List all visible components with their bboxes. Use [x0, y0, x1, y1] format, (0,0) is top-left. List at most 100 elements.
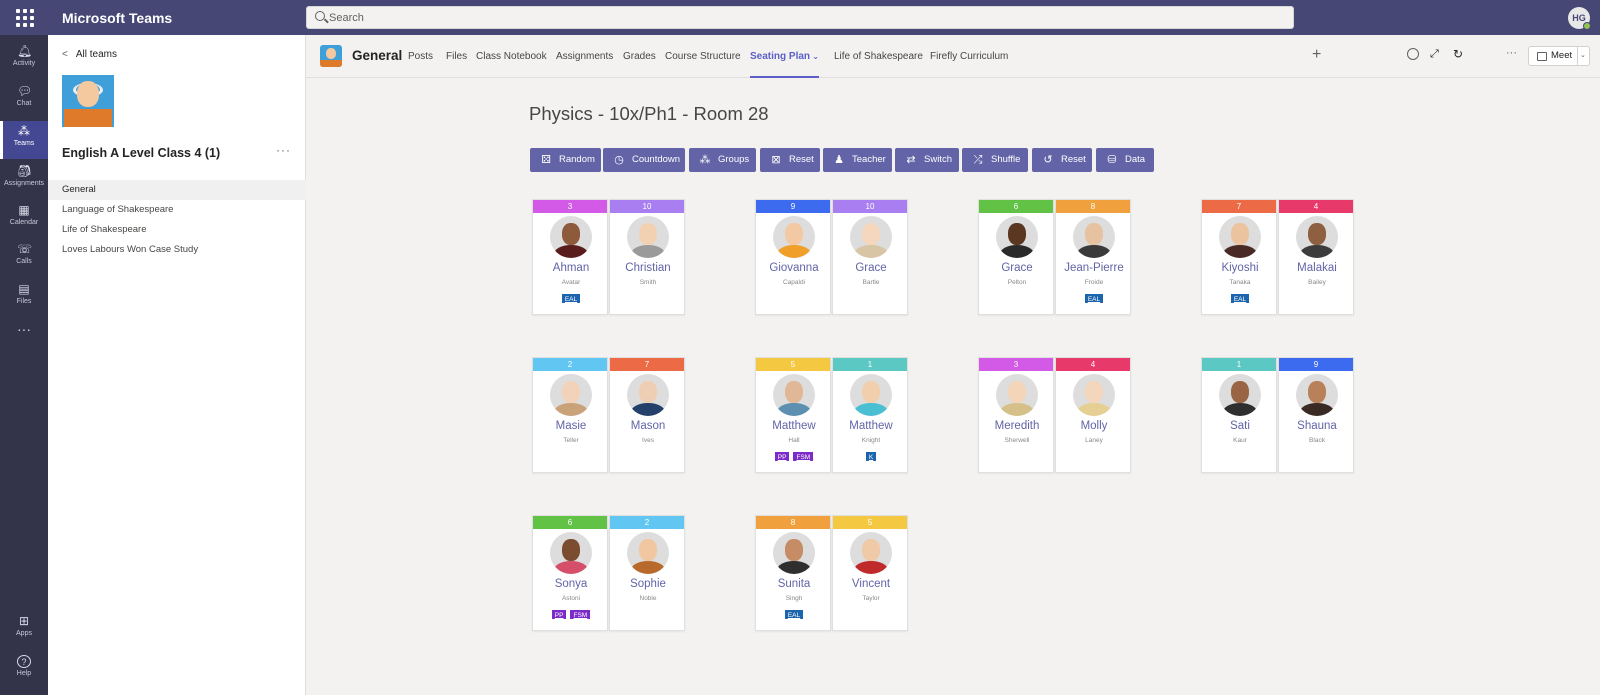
tab-label: Files [446, 51, 468, 62]
rail-item-label: Teams [13, 140, 35, 147]
tab-files[interactable]: Files [446, 51, 467, 62]
assignments-icon: 🎒︎ [17, 164, 33, 178]
all-teams-link[interactable]: < All teams [62, 49, 117, 60]
rail-item-teams[interactable]: ⁂ Teams [0, 121, 48, 159]
student-card[interactable]: 6 Grace Pelton [978, 199, 1054, 315]
student-card[interactable]: 10 Christian Smith [609, 199, 685, 315]
student-card[interactable]: 6 Sonya Astoni PP FSM [532, 515, 608, 631]
shuffle-button[interactable]: ⤮ Shuffle [962, 148, 1028, 172]
tag-eal[interactable]: EAL [560, 293, 582, 304]
student-card[interactable]: 7 Mason Ives [609, 357, 685, 473]
rail-item-calls[interactable]: ☏ Calls [0, 239, 48, 277]
user-avatar[interactable]: HG [1568, 7, 1591, 30]
expand-icon[interactable]: ⤢ [1430, 48, 1442, 60]
data-button[interactable]: ⛁ Data [1096, 148, 1154, 172]
rail-item-apps[interactable]: ⊞ Apps [0, 611, 48, 649]
add-tab-icon[interactable]: + [1312, 46, 1321, 64]
channel-item[interactable]: Life of Shakespeare [48, 220, 306, 240]
shoulders-shape [1077, 403, 1111, 416]
student-card[interactable]: 4 Molly Laney [1055, 357, 1131, 473]
chevron-down-icon[interactable]: ⌄ [810, 52, 819, 61]
rail-item-calendar[interactable]: ▦ Calendar [0, 200, 48, 238]
group-number-badge: 1 [1202, 358, 1276, 371]
student-last-name: Hall [788, 437, 800, 444]
groups-button[interactable]: ⁂ Groups [689, 148, 756, 172]
meet-button[interactable]: Meet ⌄ [1528, 46, 1590, 66]
file-icon: ▤ [18, 282, 30, 296]
rail-item-chat[interactable]: 💬︎ Chat [0, 81, 48, 119]
refresh-icon[interactable]: ↻ [1453, 48, 1465, 60]
tag-pp[interactable]: PP [550, 609, 568, 620]
dice-icon: ⚄ [541, 154, 551, 166]
tag-eal[interactable]: EAL [1229, 293, 1251, 304]
conversation-icon[interactable] [1407, 48, 1419, 60]
rail-item-files[interactable]: ▤ Files [0, 279, 48, 317]
chevron-down-icon[interactable]: ⌄ [1580, 47, 1586, 65]
rail-item-assignments[interactable]: 🎒︎ Assignments [0, 161, 48, 199]
shoulders-shape [854, 403, 888, 416]
student-card[interactable]: 7 Kiyoshi Tanaka EAL [1201, 199, 1277, 315]
tab-life-of-shakespeare[interactable]: Life of Shakespeare [834, 51, 923, 62]
tab-assignments[interactable]: Assignments [556, 51, 613, 62]
tag-fsm[interactable]: FSM [569, 609, 592, 620]
channel-item[interactable]: Language of Shakespeare [48, 200, 306, 220]
group-number-badge: 4 [1056, 358, 1130, 371]
student-last-name: Sherwell [1004, 437, 1030, 444]
student-card[interactable]: 8 Sunita Singh EAL [755, 515, 831, 631]
rail-item-label: Calendar [9, 219, 39, 226]
rail-item-activity[interactable]: 🔔︎ Activity [0, 41, 48, 79]
student-first-name: Grace [1001, 262, 1033, 274]
tag-eal[interactable]: EAL [1083, 293, 1105, 304]
face-shape [562, 539, 580, 561]
student-last-name: Kaur [1233, 437, 1247, 444]
tab-course-structure[interactable]: Course Structure [665, 51, 741, 62]
rail-item-help[interactable]: ? Help [0, 651, 48, 689]
random-button[interactable]: ⚄ Random [530, 148, 601, 172]
channel-item[interactable]: General [48, 180, 306, 200]
bell-icon: 🔔︎ [17, 44, 33, 58]
student-card[interactable]: 2 Masie Teller [532, 357, 608, 473]
teacher-button[interactable]: ♟ Teacher [823, 148, 892, 172]
student-photo [627, 374, 669, 416]
student-card[interactable]: 2 Sophie Noble [609, 515, 685, 631]
team-more-options-icon[interactable]: ··· [276, 143, 291, 157]
tag-eal[interactable]: EAL [783, 609, 805, 620]
face-shape [1085, 223, 1103, 245]
reset-button[interactable]: ↺ Reset [1032, 148, 1092, 172]
student-card[interactable]: 3 Meredith Sherwell [978, 357, 1054, 473]
student-card[interactable]: 1 Matthew Knight K [832, 357, 908, 473]
student-card[interactable]: 3 Ahman Avatar EAL [532, 199, 608, 315]
tab-seating-plan[interactable]: Seating Plan ⌄ [750, 51, 819, 78]
countdown-button[interactable]: ◷ Countdown [603, 148, 685, 172]
tab-class-notebook[interactable]: Class Notebook [476, 51, 547, 62]
shuffle-icon: ⤮ [973, 154, 983, 166]
app-launcher-icon[interactable] [16, 9, 34, 27]
student-card[interactable]: 8 Jean-Pierre Froide EAL [1055, 199, 1131, 315]
student-card[interactable]: 5 Vincent Taylor [832, 515, 908, 631]
apps-icon: ⊞ [18, 614, 30, 628]
search-input[interactable]: Search [306, 6, 1294, 29]
tag-fsm[interactable]: FSM [792, 451, 815, 462]
student-card[interactable]: 9 Shauna Black [1278, 357, 1354, 473]
tab-posts[interactable]: Posts [408, 51, 433, 62]
student-photo [1073, 374, 1115, 416]
student-card[interactable]: 1 Sati Kaur [1201, 357, 1277, 473]
tab-firefly-curriculum[interactable]: Firefly Curriculum [930, 51, 1008, 62]
student-photo [773, 216, 815, 258]
tag-k[interactable]: K [864, 451, 878, 462]
student-card[interactable]: 10 Grace Bartle [832, 199, 908, 315]
rail-more-icon[interactable]: ··· [0, 321, 48, 359]
switch-button[interactable]: ⇄ Switch [895, 148, 959, 172]
student-card[interactable]: 9 Giovanna Capaldi [755, 199, 831, 315]
more-options-icon[interactable]: ··· [1506, 47, 1517, 59]
switch-icon: ⇄ [906, 154, 916, 166]
student-first-name: Mason [630, 420, 666, 432]
channel-item[interactable]: Loves Labours Won Case Study [48, 240, 306, 260]
data-icon: ⛁ [1107, 154, 1117, 166]
tag-pp[interactable]: PP [773, 451, 791, 462]
face-shape [1008, 223, 1026, 245]
student-card[interactable]: 4 Malakai Bailey [1278, 199, 1354, 315]
tab-grades[interactable]: Grades [623, 51, 656, 62]
student-card[interactable]: 5 Matthew Hall PP FSM [755, 357, 831, 473]
reset-button[interactable]: ⊠ Reset [760, 148, 820, 172]
